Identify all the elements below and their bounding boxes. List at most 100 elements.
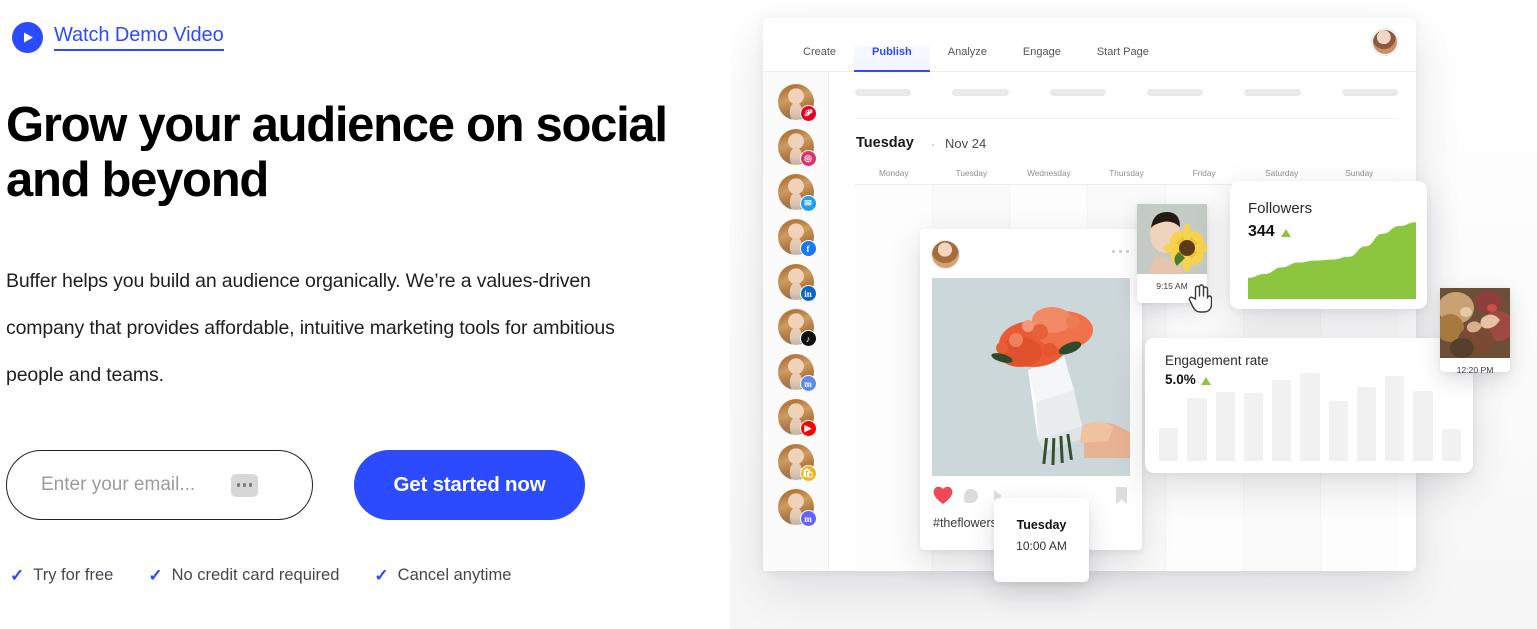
skeleton-bar xyxy=(952,89,1009,96)
sidebar-channel-mastodon[interactable]: m xyxy=(777,354,817,392)
watch-demo-video-link[interactable]: Watch Demo Video xyxy=(12,22,224,53)
tooltip-day: Tuesday xyxy=(1016,518,1067,532)
get-started-button[interactable]: Get started now xyxy=(354,450,585,520)
instagram-icon: ◎ xyxy=(799,150,817,167)
post-image xyxy=(932,278,1130,476)
avatar xyxy=(932,241,959,268)
followers-area-chart xyxy=(1248,222,1416,299)
sidebar-channel-linkedin[interactable]: in xyxy=(777,264,817,302)
hero-left-column: Watch Demo Video Grow your audience on s… xyxy=(0,0,730,629)
calendar-separator: · xyxy=(931,137,935,151)
scheduled-post-thumbnail-2[interactable]: 12:20 PM xyxy=(1440,288,1510,375)
user-avatar[interactable] xyxy=(1372,29,1398,55)
pinterest-icon: 𝓟 xyxy=(799,105,817,122)
skeleton-row xyxy=(855,89,1398,96)
weekday-header: Saturday xyxy=(1265,168,1299,178)
play-icon xyxy=(12,22,43,53)
facebook-icon: f xyxy=(799,240,817,257)
weekday-header: Wednesday xyxy=(1027,168,1071,178)
perk-item: ✓ Cancel anytime xyxy=(374,566,511,585)
email-field-wrapper[interactable] xyxy=(6,450,313,520)
check-icon: ✓ xyxy=(10,566,25,585)
skeleton-bar xyxy=(1146,89,1204,96)
chart-bar xyxy=(1272,380,1292,461)
skeleton-bar xyxy=(1049,89,1106,96)
skeleton-bar xyxy=(1244,89,1301,96)
mastodon-alt-icon: m xyxy=(799,510,817,527)
more-options-icon[interactable] xyxy=(1111,250,1129,254)
tab-start-page[interactable]: Start Page xyxy=(1079,46,1167,71)
tab-publish[interactable]: Publish xyxy=(854,46,930,72)
chart-bar xyxy=(1356,387,1377,461)
sidebar-channel-twitter[interactable]: ✉ xyxy=(777,174,817,212)
thumbnail-time: 12:20 PM xyxy=(1456,365,1494,375)
perk-label: Cancel anytime xyxy=(397,566,512,584)
weekday-header: Tuesday xyxy=(955,168,988,178)
engagement-label: Engagement rate xyxy=(1165,353,1269,368)
app-tab-bar: Create Publish Analyze Engage Start Page xyxy=(763,18,1416,72)
perk-item: ✓ Try for free xyxy=(10,566,113,585)
schedule-tooltip: Tuesday 10:00 AM xyxy=(994,498,1089,582)
signup-form: Get started now xyxy=(6,450,585,520)
tab-engage[interactable]: Engage xyxy=(1005,46,1079,71)
watch-demo-video-label: Watch Demo Video xyxy=(54,24,224,51)
chart-bar xyxy=(1385,375,1405,461)
followers-area xyxy=(1248,222,1416,299)
hand-cursor-icon xyxy=(1188,284,1212,313)
sunflower-thumbnail-image xyxy=(1137,204,1207,274)
sidebar-channel-youtube[interactable]: ▶ xyxy=(777,399,817,437)
hero-page: Watch Demo Video Grow your audience on s… xyxy=(0,0,1537,629)
email-input[interactable] xyxy=(41,451,231,519)
tab-create[interactable]: Create xyxy=(785,46,854,71)
followers-card: Followers 344 xyxy=(1230,181,1427,309)
shopify-icon: 🛍 xyxy=(799,465,817,482)
chart-bar xyxy=(1441,429,1461,461)
perk-label: No credit card required xyxy=(171,566,340,584)
password-manager-icon[interactable] xyxy=(231,473,258,497)
mastodon-icon: m xyxy=(799,375,817,392)
sidebar-channel-instagram[interactable]: ◎ xyxy=(777,129,817,167)
engagement-rate-card: Engagement rate 5.0% xyxy=(1145,338,1473,473)
chart-bar xyxy=(1413,390,1433,461)
skeleton-bar xyxy=(855,89,912,96)
sidebar-channel-shopify[interactable]: 🛍 xyxy=(777,444,817,482)
perk-item: ✓ No credit card required xyxy=(148,566,339,585)
bouquet-illustration xyxy=(932,278,1130,476)
perks-list: ✓ Try for free ✓ No credit card required… xyxy=(10,566,511,585)
comment-icon[interactable] xyxy=(964,489,978,503)
chart-bar xyxy=(1215,392,1235,461)
divider xyxy=(855,118,1398,119)
weekday-header: Thursday xyxy=(1109,168,1144,178)
twitter-icon: ✉ xyxy=(799,195,817,212)
engagement-bar-chart xyxy=(1159,373,1461,461)
hero-subheading: Buffer helps you build an audience organ… xyxy=(6,270,615,387)
chart-bar xyxy=(1300,373,1320,461)
chart-bar xyxy=(1187,397,1207,461)
heart-icon[interactable] xyxy=(933,486,953,505)
perk-label: Try for free xyxy=(33,566,114,584)
check-icon: ✓ xyxy=(374,566,389,585)
tab-analyze[interactable]: Analyze xyxy=(930,46,1005,71)
tooltip-time: 10:00 AM xyxy=(1016,539,1067,553)
sidebar-channel-pinterest[interactable]: 𝓟 xyxy=(777,84,817,122)
sidebar-channel-facebook[interactable]: f xyxy=(777,219,817,257)
skeleton-bar xyxy=(1341,89,1398,96)
channel-sidebar: 𝓟 ◎ ✉ f in ♪ m ▶ 🛍 m xyxy=(763,72,829,571)
chart-bar xyxy=(1159,427,1179,461)
page-title: Grow your audience on social and beyond xyxy=(6,98,668,207)
bookmark-icon[interactable] xyxy=(1116,487,1127,504)
tiktok-icon: ♪ xyxy=(799,330,817,347)
weekday-header-row: Monday Tuesday Wednesday Thursday Friday Satu… xyxy=(855,168,1398,178)
calendar-date: Nov 24 xyxy=(945,136,987,151)
linkedin-icon: in xyxy=(799,285,817,302)
chart-bar xyxy=(1243,393,1264,461)
weekday-header: Monday xyxy=(879,168,909,178)
youtube-icon: ▶ xyxy=(799,420,817,437)
sidebar-channel-mastodon-alt[interactable]: m xyxy=(777,489,817,527)
check-icon: ✓ xyxy=(148,566,163,585)
weekday-header: Sunday xyxy=(1345,168,1374,178)
product-screenshot-mockup: Create Publish Analyze Engage Start Page… xyxy=(730,0,1537,629)
sidebar-channel-tiktok[interactable]: ♪ xyxy=(777,309,817,347)
chart-bar xyxy=(1328,401,1348,461)
flowers-thumbnail-image xyxy=(1440,288,1510,358)
